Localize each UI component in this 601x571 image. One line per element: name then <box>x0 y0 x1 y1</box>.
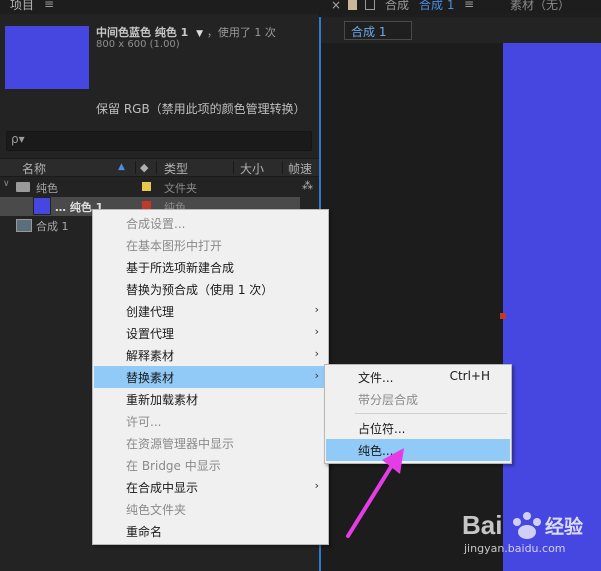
menu-item-interpret-footage[interactable]: 解释素材 › <box>94 344 327 366</box>
comp-navigator-label: 合成 1 <box>351 25 387 39</box>
baidu-watermark: Bai 经验 jingyan.baidu.com <box>462 500 597 560</box>
menu-item-replace-footage[interactable]: 替换素材 › <box>94 366 327 388</box>
column-type[interactable]: 类型 <box>164 160 188 177</box>
column-name[interactable]: 名称 <box>22 160 46 177</box>
menu-item-reveal-in-explorer[interactable]: 在资源管理器中显示 <box>94 432 327 454</box>
menu-item-reveal-in-comp[interactable]: 在合成中显示 › <box>94 476 327 498</box>
menu-item-new-comp-from-selection[interactable]: 基于所选项新建合成 <box>94 256 327 278</box>
menu-item-open-essential-graphics[interactable]: 在基本图形中打开 <box>94 234 327 256</box>
shortcut-label: Ctrl+H <box>449 369 490 383</box>
color-management-note: 保留 RGB（禁用此项的颜色管理转换） <box>96 102 306 116</box>
project-panel-header: 项目 ≡ <box>0 0 319 14</box>
project-panel-title: 项目 <box>10 0 35 12</box>
menu-item-reload-footage[interactable]: 重新加载素材 <box>94 388 327 410</box>
submenu-item-file[interactable]: 文件... Ctrl+H <box>326 366 510 388</box>
footage-dropdown-icon[interactable]: ▼ <box>196 29 203 39</box>
watermark-url: jingyan.baidu.com <box>464 542 566 555</box>
solid-layer-preview[interactable] <box>503 43 601 571</box>
composition-icon <box>16 219 32 232</box>
search-icon: ρ▾ <box>11 132 25 146</box>
label-tag-icon[interactable]: ◆ <box>140 161 148 174</box>
menu-item-create-proxy[interactable]: 创建代理 › <box>94 300 327 322</box>
column-divider <box>135 161 136 174</box>
footage-usage: ，使用了 1 次 <box>206 26 276 39</box>
comp-navigator-tab[interactable]: 合成 1 <box>344 21 412 40</box>
submenu-item-placeholder[interactable]: 占位符... <box>326 417 510 439</box>
menu-item-comp-settings[interactable]: 合成设置... <box>94 212 327 234</box>
submenu-arrow-icon: › <box>314 479 319 492</box>
footage-thumbnail <box>5 26 89 89</box>
row-type: 文件夹 <box>164 182 197 195</box>
menu-item-reveal-in-bridge[interactable]: 在 Bridge 中显示 <box>94 454 327 476</box>
project-row-folder[interactable]: ∨ 纯色 文件夹 ⁂ <box>0 178 319 197</box>
footage-dimensions: 800 x 600 (1.00) <box>96 39 180 50</box>
solid-swatch-icon <box>33 197 51 215</box>
tab-composition[interactable]: 合成 <box>385 0 409 13</box>
footage-info-name: 中间色蓝色 纯色 1 ▼ ，使用了 1 次 <box>96 24 276 40</box>
menu-item-set-proxy[interactable]: 设置代理 › <box>94 322 327 344</box>
hierarchy-icon: ⁂ <box>302 179 313 192</box>
folder-icon <box>16 182 30 192</box>
submenu-arrow-icon: › <box>314 325 319 338</box>
project-search-input[interactable]: ρ▾ <box>6 131 312 151</box>
menu-item-rename[interactable]: 重命名 <box>94 520 327 542</box>
lock-icon[interactable] <box>365 0 375 10</box>
column-divider <box>156 161 157 174</box>
close-icon[interactable]: × <box>331 0 341 12</box>
menu-separator <box>355 413 507 414</box>
menu-item-replace-with-precomp[interactable]: 替换为预合成（使用 1 次） <box>94 278 327 300</box>
project-column-header: 名称 ▲ ◆ 类型 大小 帧速 <box>0 158 319 177</box>
comp-tab-icon <box>348 0 357 10</box>
tab-footage[interactable]: 素材（无） <box>510 0 570 13</box>
menu-item-solids-folder[interactable]: 纯色文件夹 <box>94 498 327 520</box>
submenu-item-with-layered-comp[interactable]: 带分层合成 <box>326 388 510 410</box>
tab-composition-link[interactable]: 合成 1 <box>419 0 454 13</box>
layer-handle[interactable] <box>500 313 506 319</box>
context-menu: 合成设置... 在基本图形中打开 基于所选项新建合成 替换为预合成（使用 1 次… <box>92 209 329 545</box>
svg-text:Bai: Bai <box>462 510 502 540</box>
viewer-tabs: × 合成 合成 1 ≡ 素材（无） <box>321 0 601 14</box>
sort-ascending-icon[interactable]: ▲ <box>118 162 125 172</box>
annotation-arrow-icon <box>346 448 404 538</box>
panel-menu-icon[interactable]: ≡ <box>44 0 54 11</box>
watermark-cn: 经验 <box>545 516 584 538</box>
submenu-arrow-icon: › <box>314 347 319 360</box>
menu-item-license[interactable]: 许可... <box>94 410 327 432</box>
label-color-swatch[interactable] <box>142 182 151 191</box>
column-fps[interactable]: 帧速 <box>288 160 312 177</box>
column-divider <box>233 161 234 174</box>
column-divider <box>282 161 283 174</box>
column-size[interactable]: 大小 <box>240 160 264 177</box>
row-name: 合成 1 <box>36 220 69 233</box>
row-name: 纯色 <box>36 182 58 195</box>
tab-menu-icon[interactable]: ≡ <box>464 0 474 11</box>
expand-arrow-icon[interactable]: ∨ <box>3 179 10 189</box>
submenu-arrow-icon: › <box>314 369 319 382</box>
submenu-arrow-icon: › <box>314 303 319 316</box>
footage-name: 中间色蓝色 纯色 1 <box>96 26 189 39</box>
